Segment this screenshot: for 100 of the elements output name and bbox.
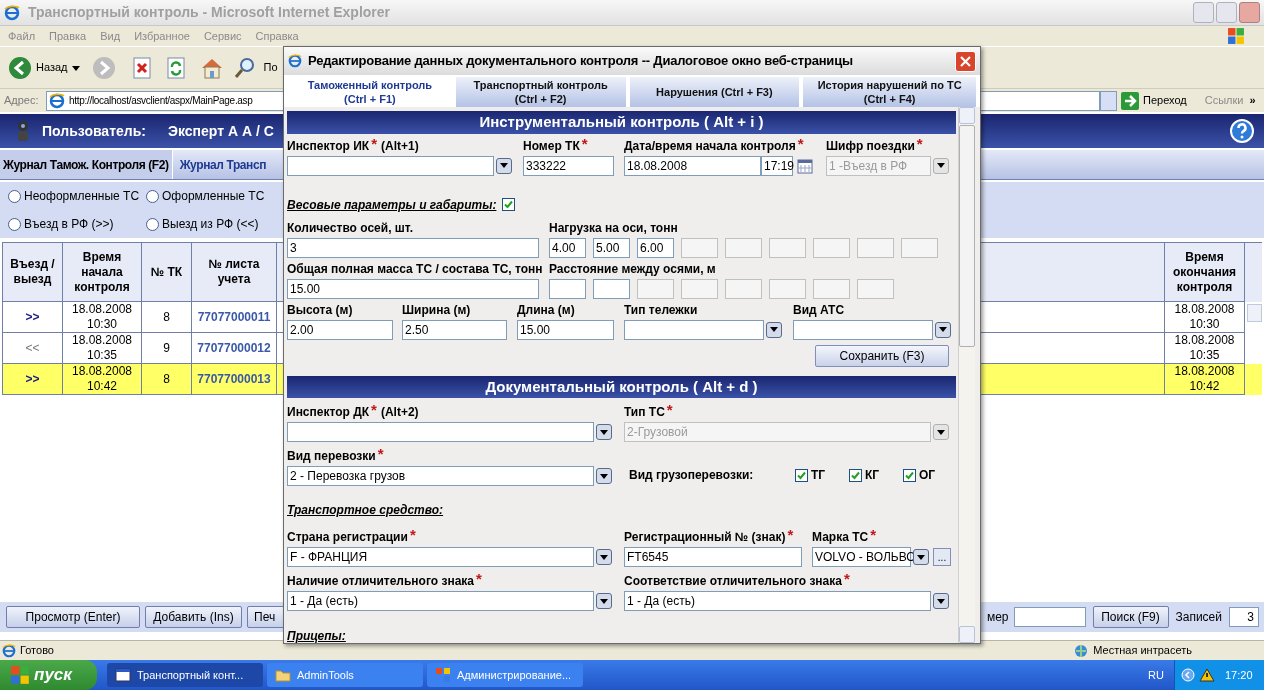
maximize-button[interactable] xyxy=(1216,2,1237,23)
address-label: Адрес: xyxy=(4,93,40,109)
radio-button[interactable] xyxy=(8,217,21,231)
input-field[interactable]: 1 - Да (есть) xyxy=(287,591,594,611)
required-mark: * xyxy=(797,136,804,151)
input-field[interactable]: 333222 xyxy=(523,155,614,176)
go-button[interactable]: Переход xyxy=(1143,92,1187,109)
input-field[interactable]: 18.08.2008 xyxy=(624,155,761,176)
required-mark: * xyxy=(666,403,673,417)
checkbox[interactable] xyxy=(849,468,862,482)
dropdown-button[interactable] xyxy=(766,321,782,338)
input-field[interactable]: 17:19 xyxy=(761,155,793,176)
input-field[interactable]: 15.00 xyxy=(287,278,539,299)
user-name: Эксперт А А / С xyxy=(167,121,274,141)
field-label: Расстояние между осями, м xyxy=(549,261,716,276)
warning-icon xyxy=(1199,668,1215,682)
dropdown-button[interactable] xyxy=(596,549,612,565)
tab[interactable]: Транспортный контроль (Ctrl + F2) xyxy=(455,77,626,107)
input-field[interactable] xyxy=(1013,607,1086,627)
dropdown-button[interactable] xyxy=(596,593,612,609)
input-field[interactable]: FT6545 xyxy=(624,547,802,567)
dropdown-button[interactable] xyxy=(933,157,949,174)
required-mark: * xyxy=(371,403,377,417)
scroll-up-button[interactable] xyxy=(959,107,975,124)
back-button[interactable]: Назад xyxy=(36,59,68,76)
required-mark: * xyxy=(409,528,416,542)
input-field[interactable] xyxy=(793,319,933,340)
tab[interactable]: Нарушения (Ctrl + F3) xyxy=(629,77,800,107)
input-field[interactable] xyxy=(593,278,630,299)
dropdown-button[interactable] xyxy=(933,593,949,609)
search-button[interactable]: По xyxy=(263,59,278,76)
section-header: Документальный контроль ( Alt + d ) xyxy=(287,375,956,398)
radio-button[interactable] xyxy=(146,189,159,203)
input-field[interactable]: 3 xyxy=(1229,607,1259,627)
input-field[interactable]: F - ФРАНЦИЯ xyxy=(287,547,594,567)
field-label: Инспектор ДК xyxy=(287,405,370,419)
button[interactable]: Добавить (Ins) xyxy=(145,606,242,628)
dropdown-button[interactable] xyxy=(935,321,951,338)
input-field[interactable]: 5.00 xyxy=(593,237,630,258)
table-cell-text: 18.08.2008 10:35 xyxy=(1173,333,1236,363)
field-label: Высота (м) xyxy=(287,302,353,317)
field-label: Тип ТС xyxy=(624,405,665,419)
section-header: Инструментальный контроль ( Alt + i ) xyxy=(287,111,956,134)
required-mark: * xyxy=(377,447,384,461)
table-cell: << xyxy=(25,340,40,356)
input-field[interactable]: 2.50 xyxy=(402,319,507,340)
scroll-down-button[interactable] xyxy=(959,626,975,643)
save-button[interactable]: Сохранить (F3) xyxy=(815,344,949,367)
dropdown-button[interactable] xyxy=(933,424,949,440)
table-cell-text: 18.08.2008 10:35 xyxy=(70,333,134,363)
checkbox[interactable] xyxy=(903,468,916,482)
required-mark: * xyxy=(581,136,588,151)
dropdown-button[interactable] xyxy=(596,424,612,440)
taskbar-button[interactable]: AdminTools xyxy=(267,663,423,687)
start-button[interactable]: пуск xyxy=(0,660,97,690)
link[interactable]: 77077000011 xyxy=(197,309,271,325)
security-zone: Местная интрасеть xyxy=(1093,643,1192,659)
input-field[interactable]: 2 - Перевозка грузов xyxy=(287,466,594,486)
input-field[interactable]: 4.00 xyxy=(549,237,586,258)
input-field[interactable]: 15.00 xyxy=(517,319,614,340)
field-label: Инспектор ИК xyxy=(287,138,370,153)
browse-button[interactable]: ... xyxy=(933,548,951,566)
radio-button[interactable] xyxy=(8,189,21,203)
globe-icon xyxy=(1073,643,1090,658)
scroll-up-button[interactable] xyxy=(1247,304,1262,322)
windows-logo-icon xyxy=(1226,27,1246,45)
taskbar-button[interactable]: Администрирование... xyxy=(427,663,583,687)
scrollbar-thumb[interactable] xyxy=(959,125,975,347)
input-field[interactable] xyxy=(624,319,764,340)
radio-button[interactable] xyxy=(146,217,159,231)
ie-icon xyxy=(288,54,302,68)
ie-icon xyxy=(49,92,65,109)
tab[interactable]: Журнал Трансп xyxy=(176,150,270,179)
checkbox[interactable] xyxy=(502,198,516,211)
tab[interactable]: История нарушений по ТС (Ctrl + F4) xyxy=(803,77,976,107)
input-field[interactable]: 3 xyxy=(287,237,539,258)
windows-logo-icon xyxy=(10,665,30,685)
input-field[interactable] xyxy=(287,155,494,176)
input-field[interactable]: 2.00 xyxy=(287,319,393,340)
link[interactable]: 77077000012 xyxy=(197,340,271,356)
dropdown-button[interactable] xyxy=(596,468,612,484)
link[interactable]: 77077000013 xyxy=(197,371,271,387)
button[interactable]: Просмотр (Enter) xyxy=(6,606,140,628)
more-button[interactable]: » xyxy=(1249,92,1256,109)
dropdown-button[interactable] xyxy=(913,549,929,565)
input-field[interactable] xyxy=(549,278,586,299)
taskbar-button[interactable]: Транспортный конт... xyxy=(107,663,263,687)
calendar-icon xyxy=(797,157,813,174)
search-button[interactable]: Поиск (F9) xyxy=(1092,606,1169,628)
input-field[interactable]: 1 - Да (есть) xyxy=(624,591,931,611)
dropdown-button[interactable] xyxy=(496,157,512,174)
language-indicator[interactable]: RU xyxy=(1148,666,1164,684)
table-cell: >> xyxy=(25,371,40,387)
app-icon xyxy=(435,667,451,683)
input-field[interactable] xyxy=(287,422,594,442)
tab[interactable]: Журнал Тамож. Контроля (F2) xyxy=(0,150,173,179)
checkbox[interactable] xyxy=(795,468,808,482)
dialog-title: Редактирование данных документального контроля -- Диалоговое окно веб-страницы xyxy=(308,52,853,71)
minimize-button[interactable] xyxy=(1193,2,1214,23)
input-field[interactable]: 6.00 xyxy=(637,237,674,258)
